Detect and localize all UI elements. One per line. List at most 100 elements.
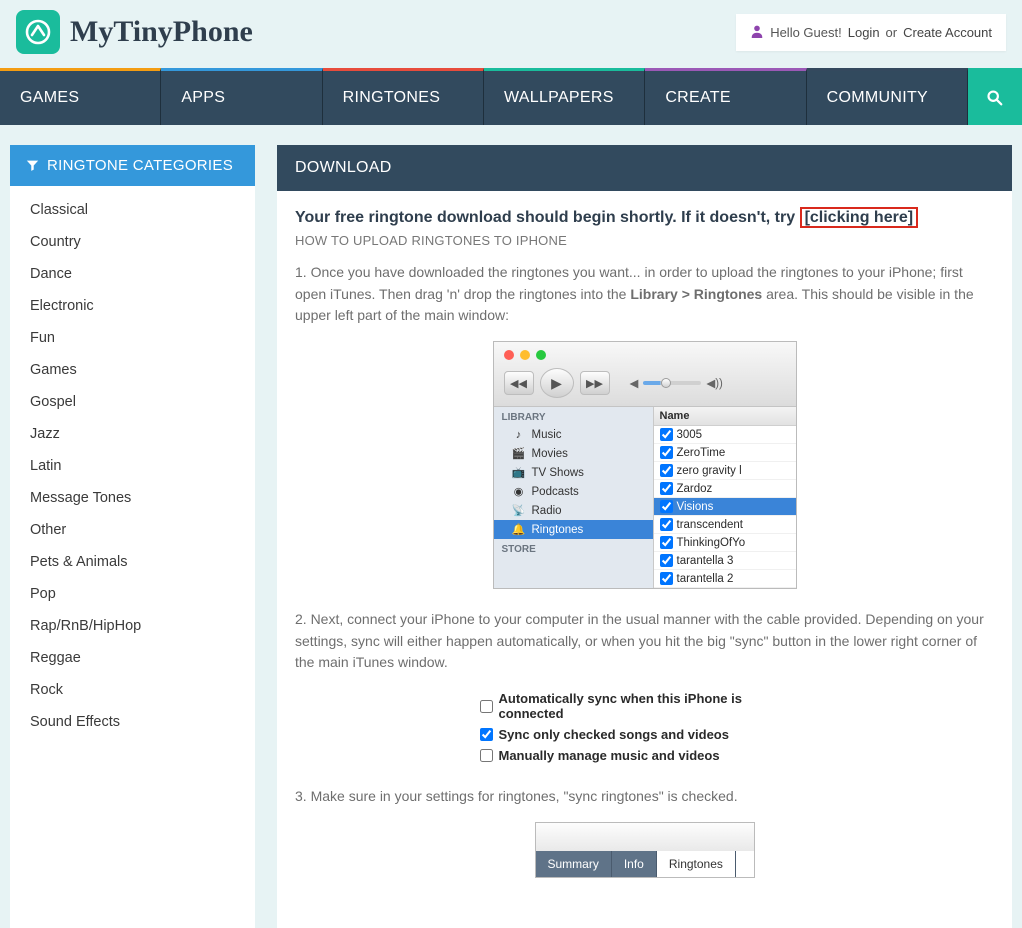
track-row: 3005 [654,426,796,444]
nav-games[interactable]: GAMES [0,68,161,125]
sync-options: Automatically sync when this iPhone is c… [480,688,810,766]
cat-country[interactable]: Country [10,226,255,258]
brand-logo-icon [16,10,60,54]
radio-icon: 📡 [512,504,526,517]
track-check [660,464,673,477]
track-row: tarantella 3 [654,552,796,570]
track-row: tarantella 2 [654,570,796,588]
cat-rap-rnb-hiphop[interactable]: Rap/RnB/HipHop [10,610,255,642]
search-button[interactable] [968,68,1022,125]
sidebar: RINGTONE CATEGORIES Classical Country Da… [10,145,255,928]
window-buttons [504,350,786,360]
side-tvshows: 📺TV Shows [494,463,653,482]
cat-games[interactable]: Games [10,354,255,386]
content-body: Your free ringtone download should begin… [277,191,1012,928]
cat-classical[interactable]: Classical [10,194,255,226]
side-ringtones: 🔔Ringtones [494,520,653,539]
opt-sync-checked: Sync only checked songs and videos [480,724,810,745]
or-text: or [886,25,898,40]
bell-icon: 🔔 [512,523,526,536]
store-head: STORE [494,539,653,558]
notice-prefix: Your free ringtone download should begin… [295,209,800,226]
music-icon: ♪ [512,429,526,441]
step1-b: Library > Ringtones [630,286,762,302]
chk-sync-checked [480,728,493,741]
cat-reggae[interactable]: Reggae [10,642,255,674]
track-row: Visions [654,498,796,516]
cat-rock[interactable]: Rock [10,674,255,706]
volume-control: ◀ ◀)) [630,376,723,390]
cat-pop[interactable]: Pop [10,578,255,610]
side-radio: 📡Radio [494,501,653,520]
cat-pets-animals[interactable]: Pets & Animals [10,546,255,578]
iphone-tabs: Summary Info Ringtones [536,851,754,877]
opt-manual: Manually manage music and videos [480,745,810,766]
track-row: ThinkingOfYo [654,534,796,552]
nav-create[interactable]: CREATE [645,68,806,125]
side-music: ♪Music [494,426,653,444]
greet-text: Hello Guest! [770,25,842,40]
nav-community[interactable]: COMMUNITY [807,68,968,125]
filter-icon [26,159,39,172]
howto-heading: HOW TO UPLOAD RINGTONES TO IPHONE [295,233,994,248]
side-movies: 🎬Movies [494,444,653,463]
itunes-main: Name 3005 ZeroTime zero gravity l Zardoz… [654,407,796,588]
opt-auto-sync: Automatically sync when this iPhone is c… [480,688,810,724]
brand-name: MyTinyPhone [70,15,253,49]
chk-auto-sync [480,700,493,713]
user-icon [750,24,764,41]
track-check [660,536,673,549]
itunes-sidebar: LIBRARY ♪Music 🎬Movies 📺TV Shows ◉Podcas… [494,407,654,588]
cat-other[interactable]: Other [10,514,255,546]
tv-icon: 📺 [512,466,526,479]
track-row: zero gravity l [654,462,796,480]
cat-fun[interactable]: Fun [10,322,255,354]
cat-dance[interactable]: Dance [10,258,255,290]
cat-gospel[interactable]: Gospel [10,386,255,418]
clicking-here-link[interactable]: [clicking here] [800,207,918,228]
login-link[interactable]: Login [848,25,880,40]
track-row: Zardoz [654,480,796,498]
step-2: 2. Next, connect your iPhone to your com… [295,609,994,674]
cat-latin[interactable]: Latin [10,450,255,482]
category-list: Classical Country Dance Electronic Fun G… [10,186,255,746]
cat-jazz[interactable]: Jazz [10,418,255,450]
content: DOWNLOAD Your free ringtone download sho… [277,145,1012,928]
track-row: ZeroTime [654,444,796,462]
sidebar-title: RINGTONE CATEGORIES [47,157,233,174]
nav-wallpapers[interactable]: WALLPAPERS [484,68,645,125]
nav-ringtones[interactable]: RINGTONES [323,68,484,125]
volume-high-icon: ◀)) [706,376,723,390]
track-check [660,518,673,531]
itunes-titlebar: ◀◀ ▶ ▶▶ ◀ ◀)) [494,342,796,407]
apple-logo-area [536,823,754,851]
playback-controls: ◀◀ ▶ ▶▶ ◀ ◀)) [504,368,786,398]
sidebar-heading: RINGTONE CATEGORIES [10,145,255,186]
tab-info: Info [612,851,657,877]
track-check [660,572,673,585]
track-check [660,500,673,513]
movies-icon: 🎬 [512,447,526,460]
side-podcasts: ◉Podcasts [494,482,653,501]
minimize-icon [520,350,530,360]
track-row: transcendent [654,516,796,534]
track-check [660,446,673,459]
iphone-settings-bar: Summary Info Ringtones [535,822,755,878]
brand[interactable]: MyTinyPhone [16,10,253,54]
tab-summary: Summary [536,851,612,877]
create-account-link[interactable]: Create Account [903,25,992,40]
zoom-icon [536,350,546,360]
cat-sound-effects[interactable]: Sound Effects [10,706,255,738]
cat-electronic[interactable]: Electronic [10,290,255,322]
content-heading: DOWNLOAD [277,145,1012,191]
main-area: RINGTONE CATEGORIES Classical Country Da… [0,125,1022,928]
search-icon [986,89,1004,107]
main-nav: GAMES APPS RINGTONES WALLPAPERS CREATE C… [0,68,1022,125]
prev-button: ◀◀ [504,371,534,395]
cat-message-tones[interactable]: Message Tones [10,482,255,514]
itunes-window: ◀◀ ▶ ▶▶ ◀ ◀)) LIBRARY [493,341,797,589]
nav-apps[interactable]: APPS [161,68,322,125]
close-icon [504,350,514,360]
track-check [660,428,673,441]
download-notice: Your free ringtone download should begin… [295,209,994,227]
